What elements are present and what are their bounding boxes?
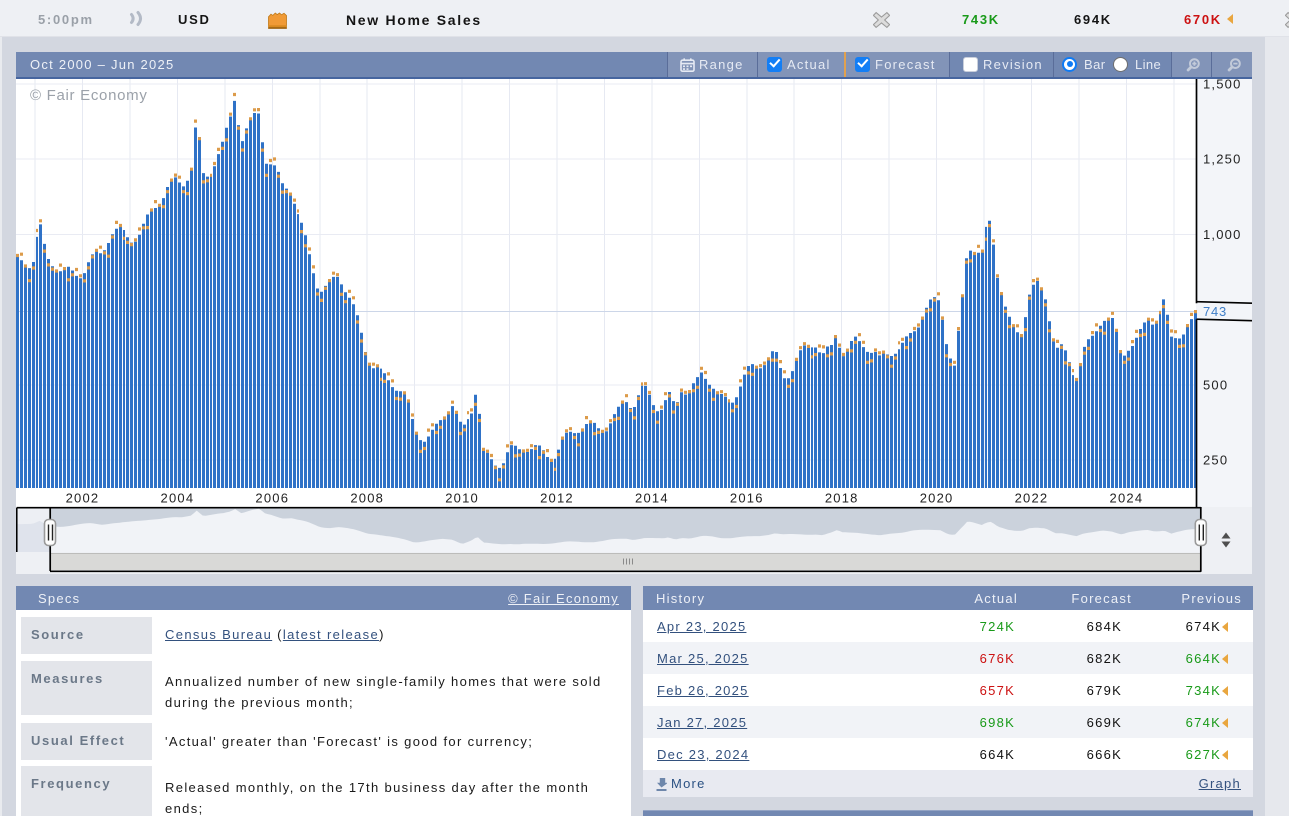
svg-text:2008: 2008 bbox=[350, 491, 384, 506]
svg-text:2022: 2022 bbox=[1015, 491, 1049, 506]
svg-text:2018: 2018 bbox=[825, 491, 859, 506]
svg-text:1,500: 1,500 bbox=[1203, 77, 1242, 92]
svg-text:743: 743 bbox=[1203, 304, 1227, 319]
svg-text:2012: 2012 bbox=[540, 491, 574, 506]
svg-text:1,250: 1,250 bbox=[1203, 152, 1242, 167]
svg-text:© Fair Economy: © Fair Economy bbox=[30, 87, 148, 104]
svg-text:2002: 2002 bbox=[66, 491, 100, 506]
svg-text:2010: 2010 bbox=[445, 491, 479, 506]
svg-text:2016: 2016 bbox=[730, 491, 764, 506]
svg-text:500: 500 bbox=[1203, 377, 1228, 392]
svg-text:2014: 2014 bbox=[635, 491, 669, 506]
svg-text:2024: 2024 bbox=[1110, 491, 1144, 506]
svg-text:250: 250 bbox=[1203, 453, 1228, 468]
svg-text:2020: 2020 bbox=[920, 491, 954, 506]
svg-text:2006: 2006 bbox=[255, 491, 289, 506]
svg-text:1,000: 1,000 bbox=[1203, 227, 1242, 242]
svg-text:2004: 2004 bbox=[161, 491, 195, 506]
